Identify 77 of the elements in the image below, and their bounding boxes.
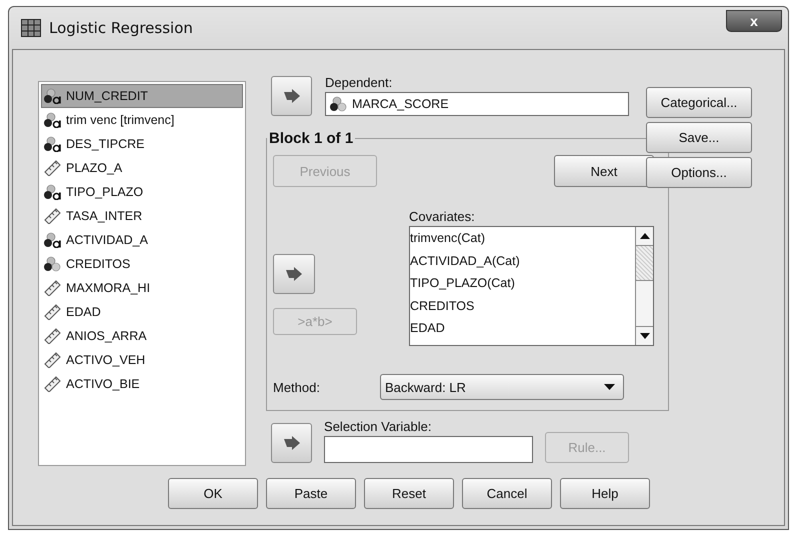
- close-button[interactable]: x: [726, 10, 782, 32]
- variable-name: DES_TIPCRE: [66, 137, 144, 151]
- variable-item[interactable]: TIPO_PLAZO: [41, 180, 243, 204]
- nominal-string-icon: [44, 112, 62, 128]
- variable-item[interactable]: PLAZO_A: [41, 156, 243, 180]
- variable-name: NUM_CREDIT: [66, 89, 148, 103]
- variable-item[interactable]: CREDITOS: [41, 252, 243, 276]
- variable-item[interactable]: trim venc [trimvenc]: [41, 108, 243, 132]
- ruler-icon: [44, 304, 62, 320]
- ruler-icon: [44, 328, 62, 344]
- dialog-button[interactable]: Paste: [266, 478, 356, 509]
- variable-name: TIPO_PLAZO: [66, 185, 144, 199]
- covariate-item[interactable]: CREDITOS: [410, 294, 635, 317]
- variable-name: PLAZO_A: [66, 161, 122, 175]
- field-label: Selection Variable:: [324, 419, 432, 434]
- field-label: Dependent:: [325, 75, 394, 90]
- variable-name: ACTIVIDAD_A: [66, 233, 148, 247]
- dialog-button[interactable]: Next: [554, 155, 654, 187]
- field-value: MARCA_SCORE: [352, 97, 449, 111]
- variable-item[interactable]: ACTIVIDAD_A: [41, 228, 243, 252]
- dialog-button[interactable]: OK: [168, 478, 258, 509]
- variable-item[interactable]: ANIOS_ARRA: [41, 324, 243, 348]
- variable-name: EDAD: [66, 305, 101, 319]
- nominal-icon: [330, 96, 348, 112]
- variable-name: CREDITOS: [66, 257, 130, 271]
- selection-field[interactable]: [324, 436, 534, 463]
- covariate-item[interactable]: TIPO_PLAZO(Cat): [410, 272, 635, 294]
- move-button[interactable]: [271, 76, 312, 116]
- variable-item[interactable]: ACTIVO_BIE: [41, 372, 243, 396]
- dialog-button[interactable]: Options...: [646, 157, 752, 188]
- variable-name: trim venc [trimvenc]: [66, 113, 174, 127]
- arrow-icon: [282, 89, 300, 103]
- field-label: Method:: [273, 380, 321, 394]
- dialog-button[interactable]: Help: [560, 478, 650, 509]
- variable-name: MAXMORA_HI: [66, 281, 150, 295]
- variable-item[interactable]: NUM_CREDIT: [41, 84, 243, 108]
- covariate-item[interactable]: EDAD: [410, 317, 635, 340]
- variable-name: TASA_INTER: [66, 209, 142, 223]
- dialog-button[interactable]: Cancel: [462, 478, 552, 509]
- variable-name: ACTIVO_VEH: [66, 353, 146, 367]
- app-icon: [21, 19, 41, 37]
- variable-item[interactable]: TASA_INTER: [41, 204, 243, 228]
- ruler-icon: [44, 208, 62, 224]
- move-button[interactable]: [271, 423, 312, 463]
- nominal-string-icon: [44, 184, 62, 200]
- field-label: Covariates:: [409, 209, 476, 224]
- dialog-button[interactable]: Save...: [646, 122, 752, 153]
- dropdown-value: Backward: LR: [385, 380, 466, 394]
- nominal-string-icon: [44, 232, 62, 248]
- dropdown-arrow-icon: [604, 384, 615, 390]
- variable-item[interactable]: MAXMORA_HI: [41, 276, 243, 300]
- variable-item[interactable]: ACTIVO_VEH: [41, 348, 243, 372]
- nominal-string-icon: [44, 88, 62, 104]
- dependent-field[interactable]: MARCA_SCORE: [325, 92, 629, 116]
- ruler-icon: [44, 376, 62, 392]
- dialog-button[interactable]: Reset: [364, 478, 454, 509]
- method-dropdown[interactable]: Backward: LR: [380, 374, 624, 400]
- ruler-icon: [44, 160, 62, 176]
- covariate-item[interactable]: trimvenc(Cat): [410, 227, 635, 250]
- ruler-icon: [44, 352, 62, 368]
- covariate-item[interactable]: ACTIVIDAD_A(Cat): [410, 250, 635, 272]
- dialog-button[interactable]: Categorical...: [646, 87, 752, 118]
- variable-name: ANIOS_ARRA: [66, 329, 147, 343]
- group-title: Block 1 of 1: [268, 130, 354, 147]
- variable-item[interactable]: EDAD: [41, 300, 243, 324]
- move-button[interactable]: [273, 254, 315, 294]
- arrow-icon: [285, 267, 303, 281]
- down-arrow-icon: [640, 333, 650, 339]
- window-title: Logistic Regression: [49, 19, 194, 37]
- up-arrow-icon: [640, 233, 650, 239]
- scrollbar[interactable]: [635, 227, 653, 345]
- nominal-string-icon: [44, 136, 62, 152]
- variable-name: ACTIVO_BIE: [66, 377, 140, 391]
- nominal-icon: [44, 256, 62, 272]
- arrow-icon: [282, 436, 301, 450]
- ruler-icon: [44, 280, 62, 296]
- variable-item[interactable]: DES_TIPCRE: [41, 132, 243, 156]
